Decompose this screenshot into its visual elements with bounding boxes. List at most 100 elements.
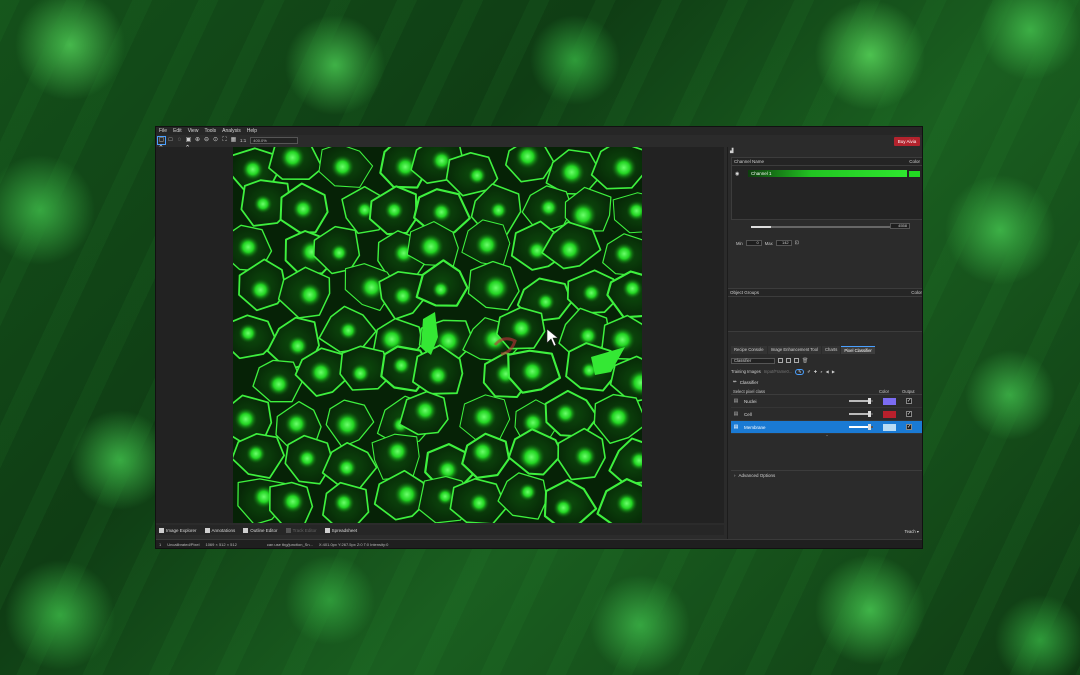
lasso-icon[interactable]: ◌ <box>176 137 183 144</box>
tab-pixel-classifier[interactable]: Pixel Classifier <box>841 346 875 354</box>
training-images-field[interactable]: Input/Frame0... <box>764 369 792 374</box>
tab-annotations[interactable]: Annotations <box>204 527 235 533</box>
pencil-icon[interactable]: ✏ <box>733 379 737 385</box>
cell-nucleus <box>241 158 265 181</box>
pixel-class-name: Nuclei <box>744 398 757 404</box>
intensity-range-slider[interactable] <box>751 226 905 228</box>
tab-charts[interactable]: Charts <box>821 346 841 354</box>
teach-button[interactable]: Teach ▾ <box>905 529 919 534</box>
new-classifier-icon[interactable] <box>778 358 783 363</box>
fit-icon[interactable]: ⛶ <box>221 137 228 144</box>
channel-name[interactable]: Channel 1 <box>748 170 908 177</box>
slider-fill <box>849 426 869 428</box>
max-value-field[interactable]: 4558 <box>890 223 910 229</box>
channel-color-header: Color <box>909 159 920 164</box>
previous-frame-icon[interactable]: ◀ <box>826 369 829 374</box>
histogram-icon[interactable]: ▟ <box>730 148 733 154</box>
min-field[interactable]: 0 <box>745 240 762 246</box>
buy-button[interactable]: Buy Aivia <box>894 137 920 146</box>
classifier-dropdown[interactable]: Classifier <box>731 357 775 364</box>
output-checkbox[interactable]: ✓ <box>906 398 912 404</box>
save-classifier-icon[interactable] <box>794 358 799 363</box>
visibility-eye-icon[interactable]: ◉ <box>735 171 739 177</box>
status-calibration[interactable]: Uncalibrated/Pixel <box>167 542 199 547</box>
add-point-icon[interactable]: ✚ <box>814 369 818 374</box>
status-coords: X:401.0px Y:267.5px Z:0 T:0 Intensity:0 <box>318 541 389 547</box>
menu-analysis[interactable]: Analysis <box>222 128 241 134</box>
rectangle-icon[interactable]: □ <box>167 137 174 144</box>
output-checkbox[interactable]: ✓ <box>906 411 912 417</box>
advanced-options-label: Advanced Options <box>738 473 776 478</box>
pixel-class-name: Cell <box>744 411 752 417</box>
trash-icon[interactable]: ▤ <box>731 424 741 430</box>
training-images-row: Training Images Input/Frame0... ✎ ✐ ✚ ⌕ … <box>731 368 835 375</box>
zoom-in-icon[interactable]: ⊕ <box>194 137 201 144</box>
magnify-icon[interactable]: ⌕ <box>820 369 822 374</box>
menu-view[interactable]: View <box>188 128 199 134</box>
pixel-class-name: Membrane <box>744 424 766 430</box>
slider-knob[interactable] <box>868 424 872 430</box>
zoom-ratio-label: 1:1 <box>240 138 247 143</box>
channel-row[interactable]: ◉ Channel 1 <box>734 170 920 177</box>
cell-nucleus <box>238 323 259 344</box>
trash-icon[interactable]: 🗑 <box>802 358 808 364</box>
capture-icon[interactable]: ▣ <box>185 137 192 144</box>
cell-nucleus <box>391 355 412 376</box>
opacity-slider[interactable] <box>849 398 873 404</box>
menu-help[interactable]: Help <box>247 128 257 134</box>
zoom-out-icon[interactable]: ⊖ <box>203 137 210 144</box>
image-viewer[interactable] <box>156 147 724 523</box>
pixel-class-row[interactable]: ▤ Membrane ✓ <box>731 421 922 434</box>
zoom-field[interactable]: 400.0% <box>250 137 299 144</box>
max-field[interactable]: 142 <box>775 240 792 246</box>
microscopy-image[interactable] <box>233 147 642 523</box>
select-icon[interactable]: ▢ <box>157 136 166 145</box>
tab-recipe-console[interactable]: Recipe Console <box>731 346 767 354</box>
image-explorer-icon <box>159 527 164 533</box>
trash-icon[interactable]: ▤ <box>731 398 741 404</box>
output-checkbox[interactable]: ✓ <box>906 424 912 430</box>
classifier-row: Classifier 🗑 <box>731 357 808 364</box>
cell-nucleus <box>509 316 534 341</box>
cell-nucleus <box>556 236 583 263</box>
zoom-reset-icon[interactable]: ⊙ <box>212 137 219 144</box>
cell-nucleus <box>393 481 421 508</box>
menu-tools[interactable]: Tools <box>204 128 216 134</box>
channel-table-header: Channel Name Color <box>732 158 922 166</box>
next-frame-icon[interactable]: ▶ <box>832 369 835 374</box>
tab-spreadsheet[interactable]: Spreadsheet <box>324 527 357 533</box>
eraser-icon[interactable]: ✐ <box>807 369 811 374</box>
channel-color-swatch[interactable] <box>909 170 920 177</box>
class-color-swatch[interactable] <box>883 423 896 431</box>
slider-knob[interactable] <box>868 411 872 417</box>
menu-file[interactable]: File <box>159 128 167 134</box>
advanced-options[interactable]: › Advanced Options <box>731 470 922 480</box>
opacity-slider[interactable] <box>849 411 873 417</box>
classifier-section: ✏ Classifier <box>733 379 758 385</box>
cell-nucleus <box>517 443 546 471</box>
class-color-swatch[interactable] <box>883 410 896 418</box>
pixel-class-row[interactable]: ▤ Nuclei ✓ <box>731 395 922 408</box>
object-groups-color-header: Color <box>911 290 922 295</box>
expand-chevron-icon[interactable]: ⌃ <box>731 434 922 440</box>
class-color-swatch[interactable] <box>883 397 896 405</box>
menu-edit[interactable]: Edit <box>173 128 182 134</box>
auto-contrast-icon[interactable]: ⊡ <box>795 240 799 246</box>
trash-icon[interactable]: ▤ <box>731 411 741 417</box>
cell-nucleus <box>245 443 267 465</box>
opacity-slider[interactable] <box>849 424 873 430</box>
cell-nucleus <box>468 492 490 514</box>
tab-label: Outline Editor <box>250 527 278 533</box>
slider-knob[interactable] <box>868 398 872 404</box>
grid-icon[interactable]: ▦ <box>230 137 237 144</box>
pixel-class-header: Select pixel class Color Output <box>731 388 922 395</box>
tab-image-enhancement[interactable]: Image Enhancement Tool <box>767 346 821 354</box>
cell-nucleus <box>581 283 602 303</box>
cell-nucleus <box>553 497 574 519</box>
cell-nucleus <box>308 360 334 385</box>
tab-outline-editor[interactable]: Outline Editor <box>243 527 278 533</box>
brush-tool-icon[interactable]: ✎ <box>795 368 805 375</box>
open-classifier-icon[interactable] <box>786 358 791 363</box>
pixel-class-row[interactable]: ▤ Cell ✓ <box>731 408 922 421</box>
tab-image-explorer[interactable]: Image Explorer <box>159 527 197 533</box>
